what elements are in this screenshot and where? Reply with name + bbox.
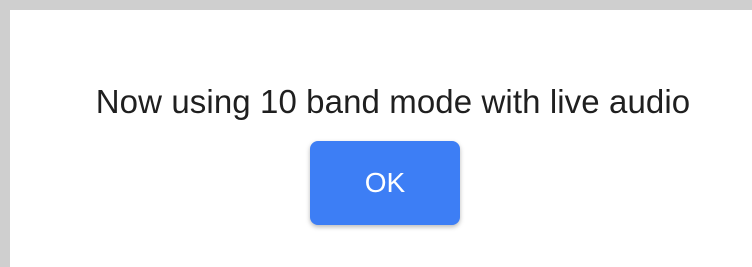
alert-dialog: Now using 10 band mode with live audio O…	[10, 10, 752, 267]
ok-button[interactable]: OK	[310, 141, 460, 225]
dialog-message: Now using 10 band mode with live audio	[95, 83, 691, 120]
